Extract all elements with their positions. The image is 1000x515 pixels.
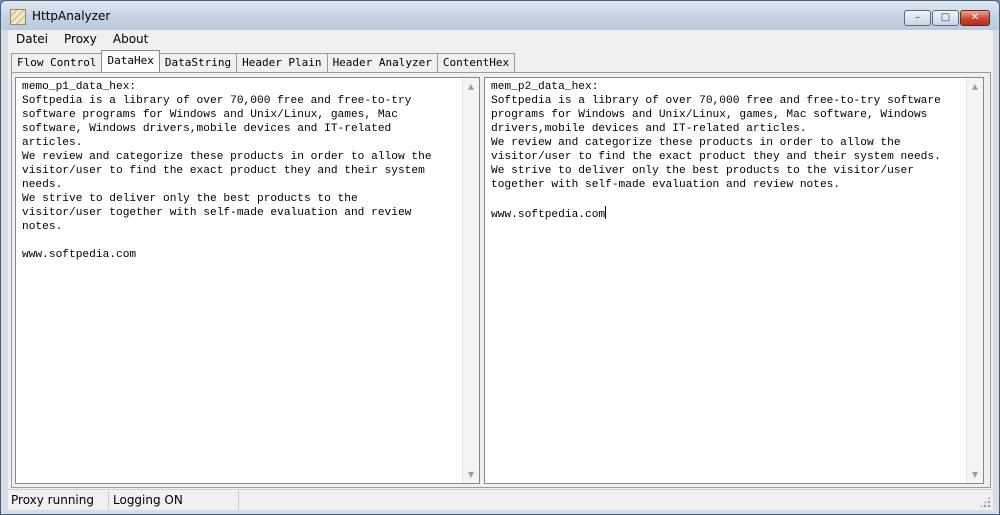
tab-datastring[interactable]: DataString [158,53,238,72]
menu-about[interactable]: About [105,30,156,49]
scroll-up-icon[interactable]: ▲ [967,78,983,95]
tab-strip: Flow Control DataHex DataString Header P… [11,50,516,72]
scroll-down-icon[interactable]: ▼ [463,466,479,483]
app-icon [10,9,26,25]
memo-p2-content: mem_p2_data_hex: Softpedia is a library … [491,81,941,221]
tab-datahex[interactable]: DataHex [101,50,160,72]
memo-p2-data-hex[interactable]: mem_p2_data_hex: Softpedia is a library … [484,77,984,484]
tab-header-analyzer[interactable]: Header Analyzer [326,53,438,72]
memo-p1-data-hex[interactable]: memo_p1_data_hex: Softpedia is a library… [15,77,480,484]
menu-bar: Datei Proxy About [8,30,993,49]
memo-p1-text[interactable]: memo_p1_data_hex: Softpedia is a library… [22,80,461,481]
scroll-down-icon[interactable]: ▼ [967,466,983,483]
close-icon: ✕ [970,12,980,23]
resize-grip-icon[interactable] [979,496,991,508]
maximize-button[interactable]: □ [932,10,959,26]
client-area: Datei Proxy About Flow Control DataHex D… [8,30,993,510]
status-proxy: Proxy running [8,491,109,509]
vertical-scrollbar[interactable]: ▲ ▼ [462,78,479,483]
menu-proxy[interactable]: Proxy [56,30,105,49]
tab-contenthex[interactable]: ContentHex [436,53,516,72]
status-bar: Proxy running Logging ON [8,489,993,510]
close-button[interactable]: ✕ [960,10,990,26]
window-title: HttpAnalyzer [32,9,111,23]
tab-panel-datahex: memo_p1_data_hex: Softpedia is a library… [11,72,991,488]
scroll-up-icon[interactable]: ▲ [463,78,479,95]
memo-p2-text[interactable]: mem_p2_data_hex: Softpedia is a library … [491,80,965,481]
minimize-button[interactable]: – [904,10,931,26]
text-caret [605,206,607,219]
tab-header-plain[interactable]: Header Plain [236,53,328,72]
minimize-icon: – [915,12,920,23]
app-window: HttpAnalyzer – □ ✕ Datei Proxy About Flo… [0,0,1000,515]
title-bar[interactable]: HttpAnalyzer – □ ✕ [1,1,999,30]
maximize-icon: □ [940,12,951,23]
status-logging: Logging ON [109,491,239,509]
tab-flow-control[interactable]: Flow Control [11,53,103,72]
menu-datei[interactable]: Datei [8,30,56,49]
vertical-scrollbar[interactable]: ▲ ▼ [966,78,983,483]
